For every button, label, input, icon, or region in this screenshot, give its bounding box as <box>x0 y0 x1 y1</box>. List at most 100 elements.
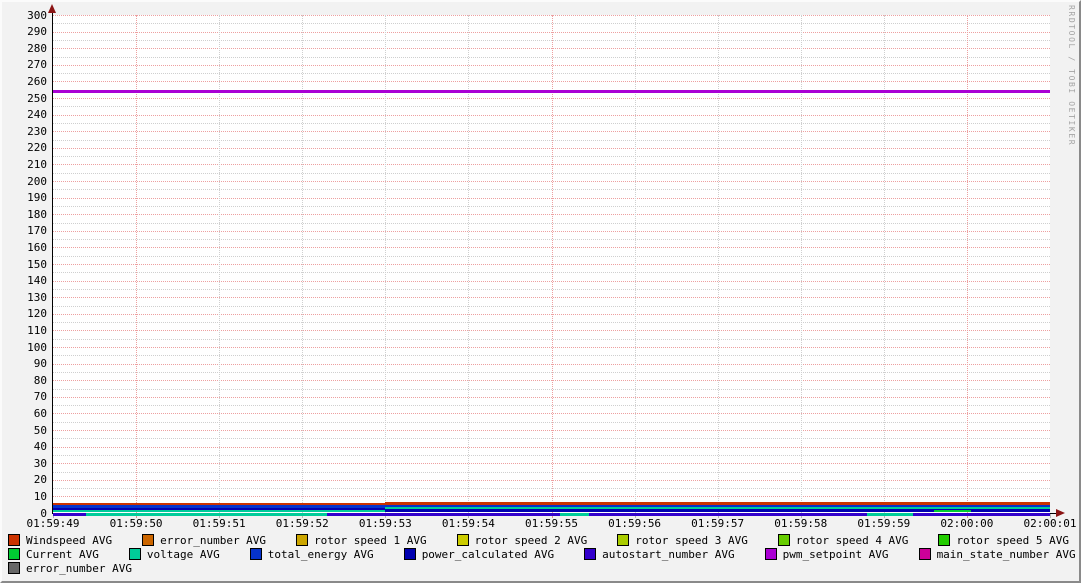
legend-color-swatch <box>765 548 777 560</box>
legend-color-swatch <box>778 534 790 546</box>
legend-color-swatch <box>617 534 629 546</box>
legend-item: rotor speed 3 AVG <box>617 534 748 547</box>
legend-label: power_calculated AVG <box>422 548 554 561</box>
legend-label: voltage AVG <box>147 548 220 561</box>
x-axis-label: 01:59:55 <box>524 517 580 530</box>
legend-item: main_state_number AVG <box>919 548 1076 561</box>
y-axis-label: 80 <box>15 374 47 387</box>
x-axis-label: 01:59:50 <box>108 517 164 530</box>
legend-row: Current AVG voltage AVG total_energy AVG po… <box>8 547 1078 561</box>
x-axis-label: 01:59:57 <box>690 517 746 530</box>
legend-color-swatch <box>938 534 950 546</box>
y-axis-label: 270 <box>15 58 47 71</box>
legend: Windspeed AVG error_number AVG rotor speed… <box>8 533 1078 575</box>
y-axis-label: 290 <box>15 25 47 38</box>
legend-color-swatch <box>919 548 931 560</box>
y-axis-label: 250 <box>15 92 47 105</box>
y-axis-label: 10 <box>15 490 47 503</box>
y-axis-line <box>52 11 53 514</box>
legend-item: autostart_number AVG <box>584 548 734 561</box>
legend-color-swatch <box>8 534 20 546</box>
x-axis-label: 01:59:53 <box>357 517 413 530</box>
y-axis-label: 150 <box>15 258 47 271</box>
legend-label: rotor speed 3 AVG <box>635 534 748 547</box>
y-axis-label: 70 <box>15 390 47 403</box>
y-axis-label: 40 <box>15 440 47 453</box>
watermark: RRDTOOL / TOBI OETIKER <box>1067 5 1076 146</box>
y-axis-label: 160 <box>15 241 47 254</box>
legend-label: autostart_number AVG <box>602 548 734 561</box>
y-axis-label: 60 <box>15 407 47 420</box>
legend-item: rotor speed 4 AVG <box>778 534 909 547</box>
y-axis-label: 110 <box>15 324 47 337</box>
y-axis-label: 220 <box>15 141 47 154</box>
legend-item: Windspeed AVG <box>8 534 112 547</box>
legend-color-swatch <box>404 548 416 560</box>
series-line-current-avg <box>934 510 971 512</box>
y-axis-label: 200 <box>15 175 47 188</box>
legend-color-swatch <box>8 548 20 560</box>
x-axis-label: 02:00:01 <box>1022 517 1078 530</box>
y-axis-label: 170 <box>15 224 47 237</box>
legend-item: rotor speed 1 AVG <box>296 534 427 547</box>
series-line-voltage-avg <box>86 513 327 516</box>
y-axis-label: 120 <box>15 307 47 320</box>
legend-color-swatch <box>129 548 141 560</box>
y-axis-label: 130 <box>15 291 47 304</box>
legend-label: total_energy AVG <box>268 548 374 561</box>
legend-label: pwm_setpoint AVG <box>783 548 889 561</box>
y-axis-arrow-icon <box>48 4 56 13</box>
x-axis-label: 01:59:52 <box>274 517 330 530</box>
y-axis-label: 20 <box>15 473 47 486</box>
series-line-voltage-avg <box>867 513 913 516</box>
legend-label: rotor speed 4 AVG <box>796 534 909 547</box>
legend-label: Current AVG <box>26 548 99 561</box>
legend-color-swatch <box>250 548 262 560</box>
y-axis-label: 50 <box>15 424 47 437</box>
x-axis-label: 01:59:59 <box>856 517 912 530</box>
series-line-pwm_setpoint-avg <box>53 90 1050 93</box>
legend-item: voltage AVG <box>129 548 220 561</box>
y-axis-label: 180 <box>15 208 47 221</box>
legend-item: rotor speed 5 AVG <box>938 534 1069 547</box>
legend-label: main_state_number AVG <box>937 548 1076 561</box>
legend-item: Current AVG <box>8 548 99 561</box>
legend-color-swatch <box>296 534 308 546</box>
legend-label: error_number AVG <box>26 562 132 575</box>
y-axis-label: 30 <box>15 457 47 470</box>
y-axis-label: 90 <box>15 357 47 370</box>
legend-row: error_number AVG <box>8 561 1078 575</box>
legend-color-swatch <box>457 534 469 546</box>
x-axis-label: 01:59:56 <box>607 517 663 530</box>
x-axis-label: 02:00:00 <box>939 517 995 530</box>
legend-color-swatch <box>8 562 20 574</box>
legend-item: error_number AVG <box>142 534 266 547</box>
legend-color-swatch <box>584 548 596 560</box>
y-axis-label: 240 <box>15 108 47 121</box>
x-axis-label: 01:59:51 <box>191 517 247 530</box>
legend-item: total_energy AVG <box>250 548 374 561</box>
y-axis-label: 280 <box>15 42 47 55</box>
legend-label: rotor speed 5 AVG <box>956 534 1069 547</box>
series-line-voltage-avg <box>560 513 589 516</box>
y-axis-label: 230 <box>15 125 47 138</box>
x-axis-arrow-icon <box>1056 509 1065 517</box>
legend-label: rotor speed 1 AVG <box>314 534 427 547</box>
y-axis-label: 300 <box>15 9 47 22</box>
y-axis-label: 100 <box>15 341 47 354</box>
legend-label: error_number AVG <box>160 534 266 547</box>
series-line-voltage-avg <box>53 510 385 512</box>
x-axis-label: 01:59:54 <box>440 517 496 530</box>
y-axis-label: 140 <box>15 274 47 287</box>
y-axis-label: 190 <box>15 191 47 204</box>
legend-item: error_number AVG <box>8 562 132 575</box>
legend-row: Windspeed AVG error_number AVG rotor speed… <box>8 533 1078 547</box>
x-axis-label: 01:59:58 <box>773 517 829 530</box>
y-axis-label: 260 <box>15 75 47 88</box>
legend-item: rotor speed 2 AVG <box>457 534 588 547</box>
legend-item: pwm_setpoint AVG <box>765 548 889 561</box>
x-axis-label: 01:59:49 <box>25 517 81 530</box>
legend-label: Windspeed AVG <box>26 534 112 547</box>
legend-label: rotor speed 2 AVG <box>475 534 588 547</box>
legend-item: power_calculated AVG <box>404 548 554 561</box>
